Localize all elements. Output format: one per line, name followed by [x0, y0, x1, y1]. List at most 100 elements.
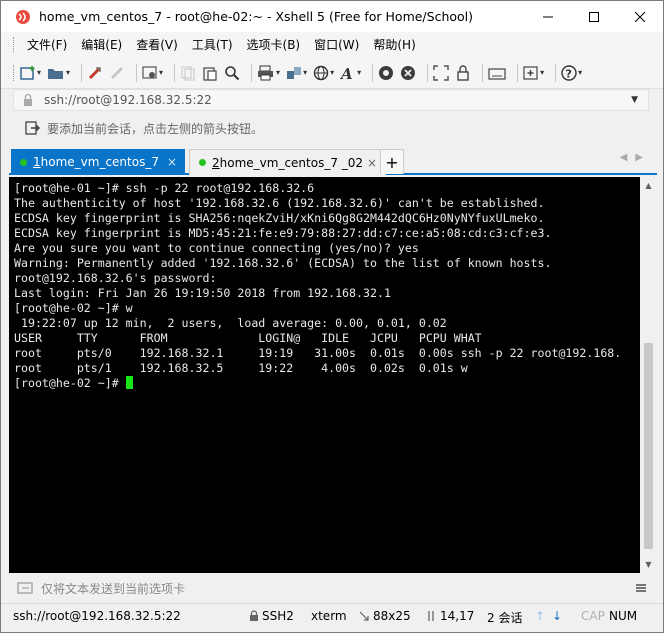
terminal-line: The authenticity of host '192.168.32.6 (…	[14, 196, 545, 210]
add-pane-button[interactable]: ▾	[523, 65, 544, 81]
status-terminal-type: xterm	[311, 609, 347, 623]
svg-text:A: A	[340, 65, 353, 81]
help-icon: ?	[561, 64, 577, 81]
session-hint-bar: 要添加当前会话，点击左侧的箭头按钮。	[13, 116, 649, 140]
compose-bar[interactable]: 仅将文本发送到当前选项卡	[9, 577, 657, 599]
chevron-down-icon[interactable]: ▼	[631, 95, 638, 105]
properties-icon	[142, 65, 157, 79]
xftp-button[interactable]	[378, 65, 394, 81]
menu-grip	[13, 36, 16, 53]
tab-session-2[interactable]: 2 home_vm_centos_7 _02 ×	[189, 149, 386, 175]
font-button[interactable]: A ▾	[340, 65, 361, 81]
status-size: 88x25	[373, 609, 411, 623]
maximize-button[interactable]	[571, 1, 617, 32]
scroll-down-arrow-icon[interactable]: ↓	[552, 609, 562, 623]
close-button[interactable]	[617, 1, 663, 32]
connected-status-icon	[199, 159, 206, 166]
tab-bar: 1 home_vm_centos_7 × 2 home_vm_centos_7 …	[9, 146, 657, 175]
toolbar-grip	[13, 64, 16, 81]
menu-view[interactable]: 查看(V)	[129, 36, 185, 53]
add-box-icon	[523, 65, 538, 80]
tab-scroll-arrows[interactable]: ◀▶	[620, 152, 651, 163]
new-session-button[interactable]: ▾	[20, 65, 41, 81]
menu-tab[interactable]: 选项卡(B)	[240, 36, 308, 53]
tab-label: home_vm_centos_7 _02	[219, 155, 364, 170]
terminal-line: [root@he-02 ~]# w	[14, 301, 133, 315]
tab-label: home_vm_centos_7	[40, 155, 159, 169]
scrollbar-thumb[interactable]	[644, 343, 653, 549]
add-session-arrow-icon[interactable]	[25, 120, 41, 136]
menu-file[interactable]: 文件(F)	[20, 36, 74, 53]
menu-bar: 文件(F) 编辑(E) 查看(V) 工具(T) 选项卡(B) 窗口(W) 帮助(…	[1, 32, 663, 57]
scroll-up-arrow-icon[interactable]: ↑	[535, 609, 545, 623]
svg-text:?: ?	[566, 67, 572, 80]
terminal-line: 19:22:07 up 12 min, 2 users, load averag…	[14, 316, 447, 330]
web-button[interactable]: ▾	[313, 65, 334, 81]
terminal-line: ECDSA key fingerprint is SHA256:nqekZviH…	[14, 211, 545, 225]
search-icon	[225, 65, 240, 80]
status-sessions: 2 会话	[487, 611, 523, 625]
menu-window[interactable]: 窗口(W)	[307, 36, 366, 53]
toolbar: ▾ ▾ ▾ ▾ ▾ ▾ A ▾ ▾ ? ▾	[1, 57, 663, 89]
scroll-up-icon[interactable]: ▲	[640, 177, 657, 194]
lock-icon	[250, 610, 258, 621]
print-button[interactable]: ▾	[257, 65, 280, 81]
find-button[interactable]	[224, 65, 240, 81]
open-button[interactable]: ▾	[47, 65, 70, 81]
menu-icon[interactable]	[635, 582, 647, 594]
disconnect-button[interactable]	[109, 65, 125, 81]
scroll-down-icon[interactable]: ▼	[640, 556, 657, 573]
globe-icon	[313, 65, 329, 80]
terminal-line: ECDSA key fingerprint is MD5:45:21:fe:e9…	[14, 226, 552, 240]
title-bar[interactable]: home_vm_centos_7 - root@he-02:~ - Xshell…	[1, 1, 663, 32]
new-tab-button[interactable]: +	[380, 149, 404, 174]
copy-button[interactable]	[180, 65, 196, 81]
address-input[interactable]: ssh://root@192.168.32.5:22	[44, 93, 631, 107]
tab-session-1[interactable]: 1 home_vm_centos_7 ×	[11, 149, 185, 175]
minimize-icon	[543, 16, 553, 17]
lock-button[interactable]	[455, 64, 471, 81]
transfer-button[interactable]: ▾	[286, 65, 307, 81]
menu-help[interactable]: 帮助(H)	[366, 36, 422, 53]
status-protocol: SSH2	[262, 609, 294, 623]
tab-close-icon[interactable]: ×	[167, 155, 177, 169]
properties-button[interactable]: ▾	[142, 65, 163, 81]
menu-edit[interactable]: 编辑(E)	[74, 36, 129, 53]
window-title: home_vm_centos_7 - root@he-02:~ - Xshell…	[39, 9, 474, 24]
compose-input[interactable]: 仅将文本发送到当前选项卡	[41, 580, 635, 597]
terminal-line: root pts/1 192.168.32.5 19:22 4.00s 0.02…	[14, 361, 468, 375]
xshell-app-icon	[16, 9, 30, 24]
paste-button[interactable]	[202, 65, 218, 81]
tab-number: 1	[33, 155, 41, 169]
folder-icon	[48, 68, 64, 79]
resize-icon	[359, 611, 369, 621]
keyboard-button[interactable]	[488, 65, 506, 81]
fullscreen-button[interactable]	[433, 64, 449, 81]
terminal-line: root pts/0 192.168.32.1 19:19 31.00s 0.0…	[14, 346, 622, 360]
close-icon	[635, 11, 645, 22]
maximize-icon	[589, 11, 599, 22]
terminal-line: Last login: Fri Jan 26 19:19:50 2018 fro…	[14, 286, 391, 300]
xmanager-button[interactable]	[400, 65, 416, 81]
link-icon	[88, 66, 102, 79]
status-bar: ssh://root@192.168.32.5:22 SSH2 xterm 88…	[1, 603, 663, 627]
reconnect-button[interactable]	[87, 65, 103, 81]
menu-tools[interactable]: 工具(T)	[185, 36, 240, 53]
terminal-prompt-line[interactable]: [root@he-02 ~]#	[14, 376, 635, 391]
help-button[interactable]: ? ▾	[561, 64, 582, 81]
keyboard-icon	[488, 67, 506, 80]
cursor-position-icon	[428, 611, 434, 621]
xmanager-icon	[401, 65, 416, 80]
status-caps-lock: CAP	[581, 609, 605, 623]
send-options-icon[interactable]	[17, 580, 33, 596]
vertical-scrollbar[interactable]: ▲ ▼	[640, 177, 657, 573]
minimize-button[interactable]	[525, 1, 571, 32]
status-num-lock: NUM	[609, 609, 638, 623]
address-bar[interactable]: ssh://root@192.168.32.5:22 ▼	[13, 89, 649, 111]
terminal-output[interactable]: [root@he-01 ~]# ssh -p 22 root@192.168.3…	[9, 177, 640, 573]
transfer-icon	[287, 66, 302, 79]
tab-close-icon[interactable]: ×	[367, 156, 377, 170]
terminal-line: Are you sure you want to continue connec…	[14, 241, 419, 255]
fullscreen-icon	[433, 64, 449, 81]
new-session-icon	[20, 65, 35, 80]
